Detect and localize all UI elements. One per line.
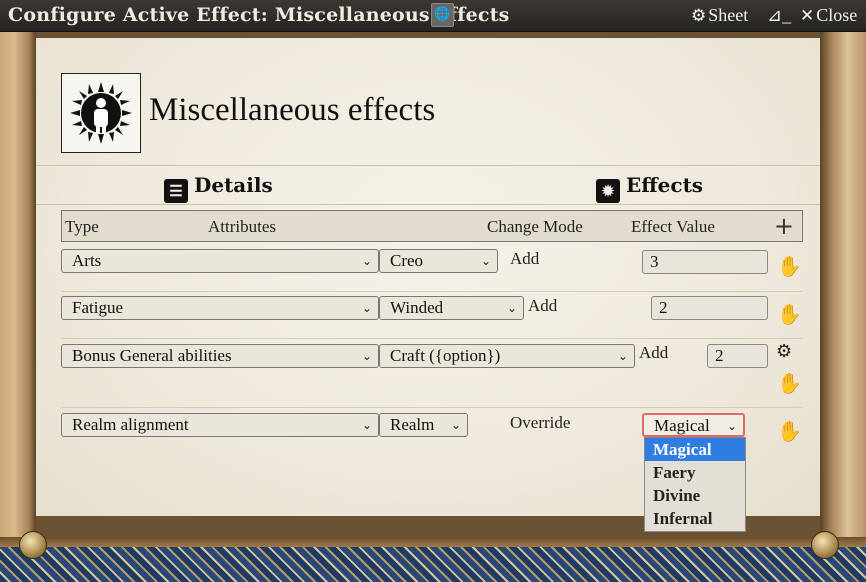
- hand-icon[interactable]: ✋: [777, 371, 802, 395]
- effect-icon-image[interactable]: [61, 73, 141, 153]
- row-change-mode[interactable]: Add: [528, 296, 557, 316]
- row-attribute-value: Craft ({option}): [390, 346, 501, 365]
- changes-table-header: Type Attributes Change Mode Effect Value…: [61, 210, 803, 242]
- row-type-select[interactable]: Fatigue ⌄: [61, 296, 379, 320]
- row-type-value: Arts: [72, 251, 102, 270]
- chevron-down-icon: ⌄: [617, 349, 628, 363]
- close-icon: ✕: [800, 6, 815, 25]
- row-type-value: Realm alignment: [72, 415, 189, 434]
- row-attribute-select[interactable]: Craft ({option}) ⌄: [379, 344, 635, 368]
- chevron-down-icon: ⌄: [450, 418, 461, 432]
- close-label: Close: [816, 5, 858, 25]
- terminal-icon[interactable]: ⊿_: [767, 5, 791, 26]
- effect-name[interactable]: Miscellaneous effects: [149, 92, 435, 129]
- chevron-down-icon: ⌄: [361, 254, 372, 268]
- burst-icon: ✹: [596, 179, 620, 203]
- id-card-icon: ⚙: [691, 6, 707, 25]
- window-header: Configure Active Effect: Miscellaneous e…: [0, 0, 866, 32]
- frame-knob-left: [19, 531, 47, 559]
- row-type-value: Bonus General abilities: [72, 346, 232, 365]
- row-change-mode[interactable]: Override: [510, 413, 570, 433]
- row-attribute-value: Realm: [390, 415, 435, 434]
- tab-effects-label: Effects: [626, 173, 704, 197]
- gears-icon[interactable]: ⚙: [776, 341, 792, 362]
- chevron-down-icon: ⌄: [361, 418, 372, 432]
- sheet-label: Sheet: [708, 5, 749, 25]
- row-change-mode[interactable]: Add: [510, 249, 539, 269]
- header-attributes: Attributes: [208, 217, 276, 236]
- row-type-value: Fatigue: [72, 298, 123, 317]
- sheet-button[interactable]: ⚙ Sheet: [691, 5, 748, 26]
- row-change-mode[interactable]: Add: [639, 343, 668, 363]
- chevron-down-icon: ⌄: [726, 419, 737, 433]
- realm-dropdown-list: Magical Faery Divine Infernal: [644, 437, 746, 532]
- frame-bottom-ornament: [0, 537, 866, 582]
- aura-figure-icon: [70, 82, 132, 144]
- header-change-mode: Change Mode: [487, 217, 583, 236]
- row-effect-value[interactable]: 2: [707, 344, 768, 368]
- chevron-down-icon: ⌄: [480, 254, 491, 268]
- row-type-select[interactable]: Arts ⌄: [61, 249, 379, 273]
- row-attribute-value: Creo: [390, 251, 424, 270]
- frame-left-border: [0, 32, 36, 582]
- header-effect-value: Effect Value: [631, 217, 715, 236]
- dropdown-option-faery[interactable]: Faery: [645, 461, 745, 484]
- close-button[interactable]: ✕ Close: [800, 5, 857, 26]
- tab-details-label: Details: [194, 173, 273, 197]
- plus-icon[interactable]: +: [774, 212, 794, 240]
- row-type-select[interactable]: Bonus General abilities ⌄: [61, 344, 379, 368]
- row-attribute-value: Winded: [390, 298, 444, 317]
- chevron-down-icon: ⌄: [361, 301, 372, 315]
- dropdown-option-divine[interactable]: Divine: [645, 484, 745, 507]
- row-attribute-select[interactable]: Winded ⌄: [379, 296, 524, 320]
- chevron-down-icon: ⌄: [506, 301, 517, 315]
- hand-icon[interactable]: ✋: [777, 419, 802, 443]
- row-type-select[interactable]: Realm alignment ⌄: [61, 413, 379, 437]
- row-attribute-select[interactable]: Realm ⌄: [379, 413, 468, 437]
- row-effect-value[interactable]: 2: [651, 296, 768, 320]
- realm-value-selected: Magical: [654, 416, 710, 435]
- tab-details[interactable]: ☰ Details: [164, 173, 273, 203]
- document-icon: ☰: [164, 179, 188, 203]
- frame-knob-right: [811, 531, 839, 559]
- globe-icon[interactable]: 🌐: [431, 3, 454, 27]
- realm-value-select[interactable]: Magical ⌄: [642, 413, 745, 437]
- chevron-down-icon: ⌄: [361, 349, 372, 363]
- row-divider: [61, 338, 803, 339]
- frame-right-border: [820, 32, 866, 582]
- row-effect-value[interactable]: 3: [642, 250, 768, 274]
- hand-icon[interactable]: ✋: [777, 302, 802, 326]
- row-divider: [61, 407, 803, 408]
- dropdown-option-magical[interactable]: Magical: [645, 438, 745, 461]
- row-attribute-select[interactable]: Creo ⌄: [379, 249, 498, 273]
- header-type: Type: [65, 217, 99, 236]
- tab-effects[interactable]: ✹ Effects: [596, 173, 703, 203]
- row-divider: [61, 291, 803, 292]
- tabs-divider: [36, 204, 820, 205]
- hand-icon[interactable]: ✋: [777, 254, 802, 278]
- dropdown-option-infernal[interactable]: Infernal: [645, 507, 745, 530]
- header-divider: [36, 165, 820, 166]
